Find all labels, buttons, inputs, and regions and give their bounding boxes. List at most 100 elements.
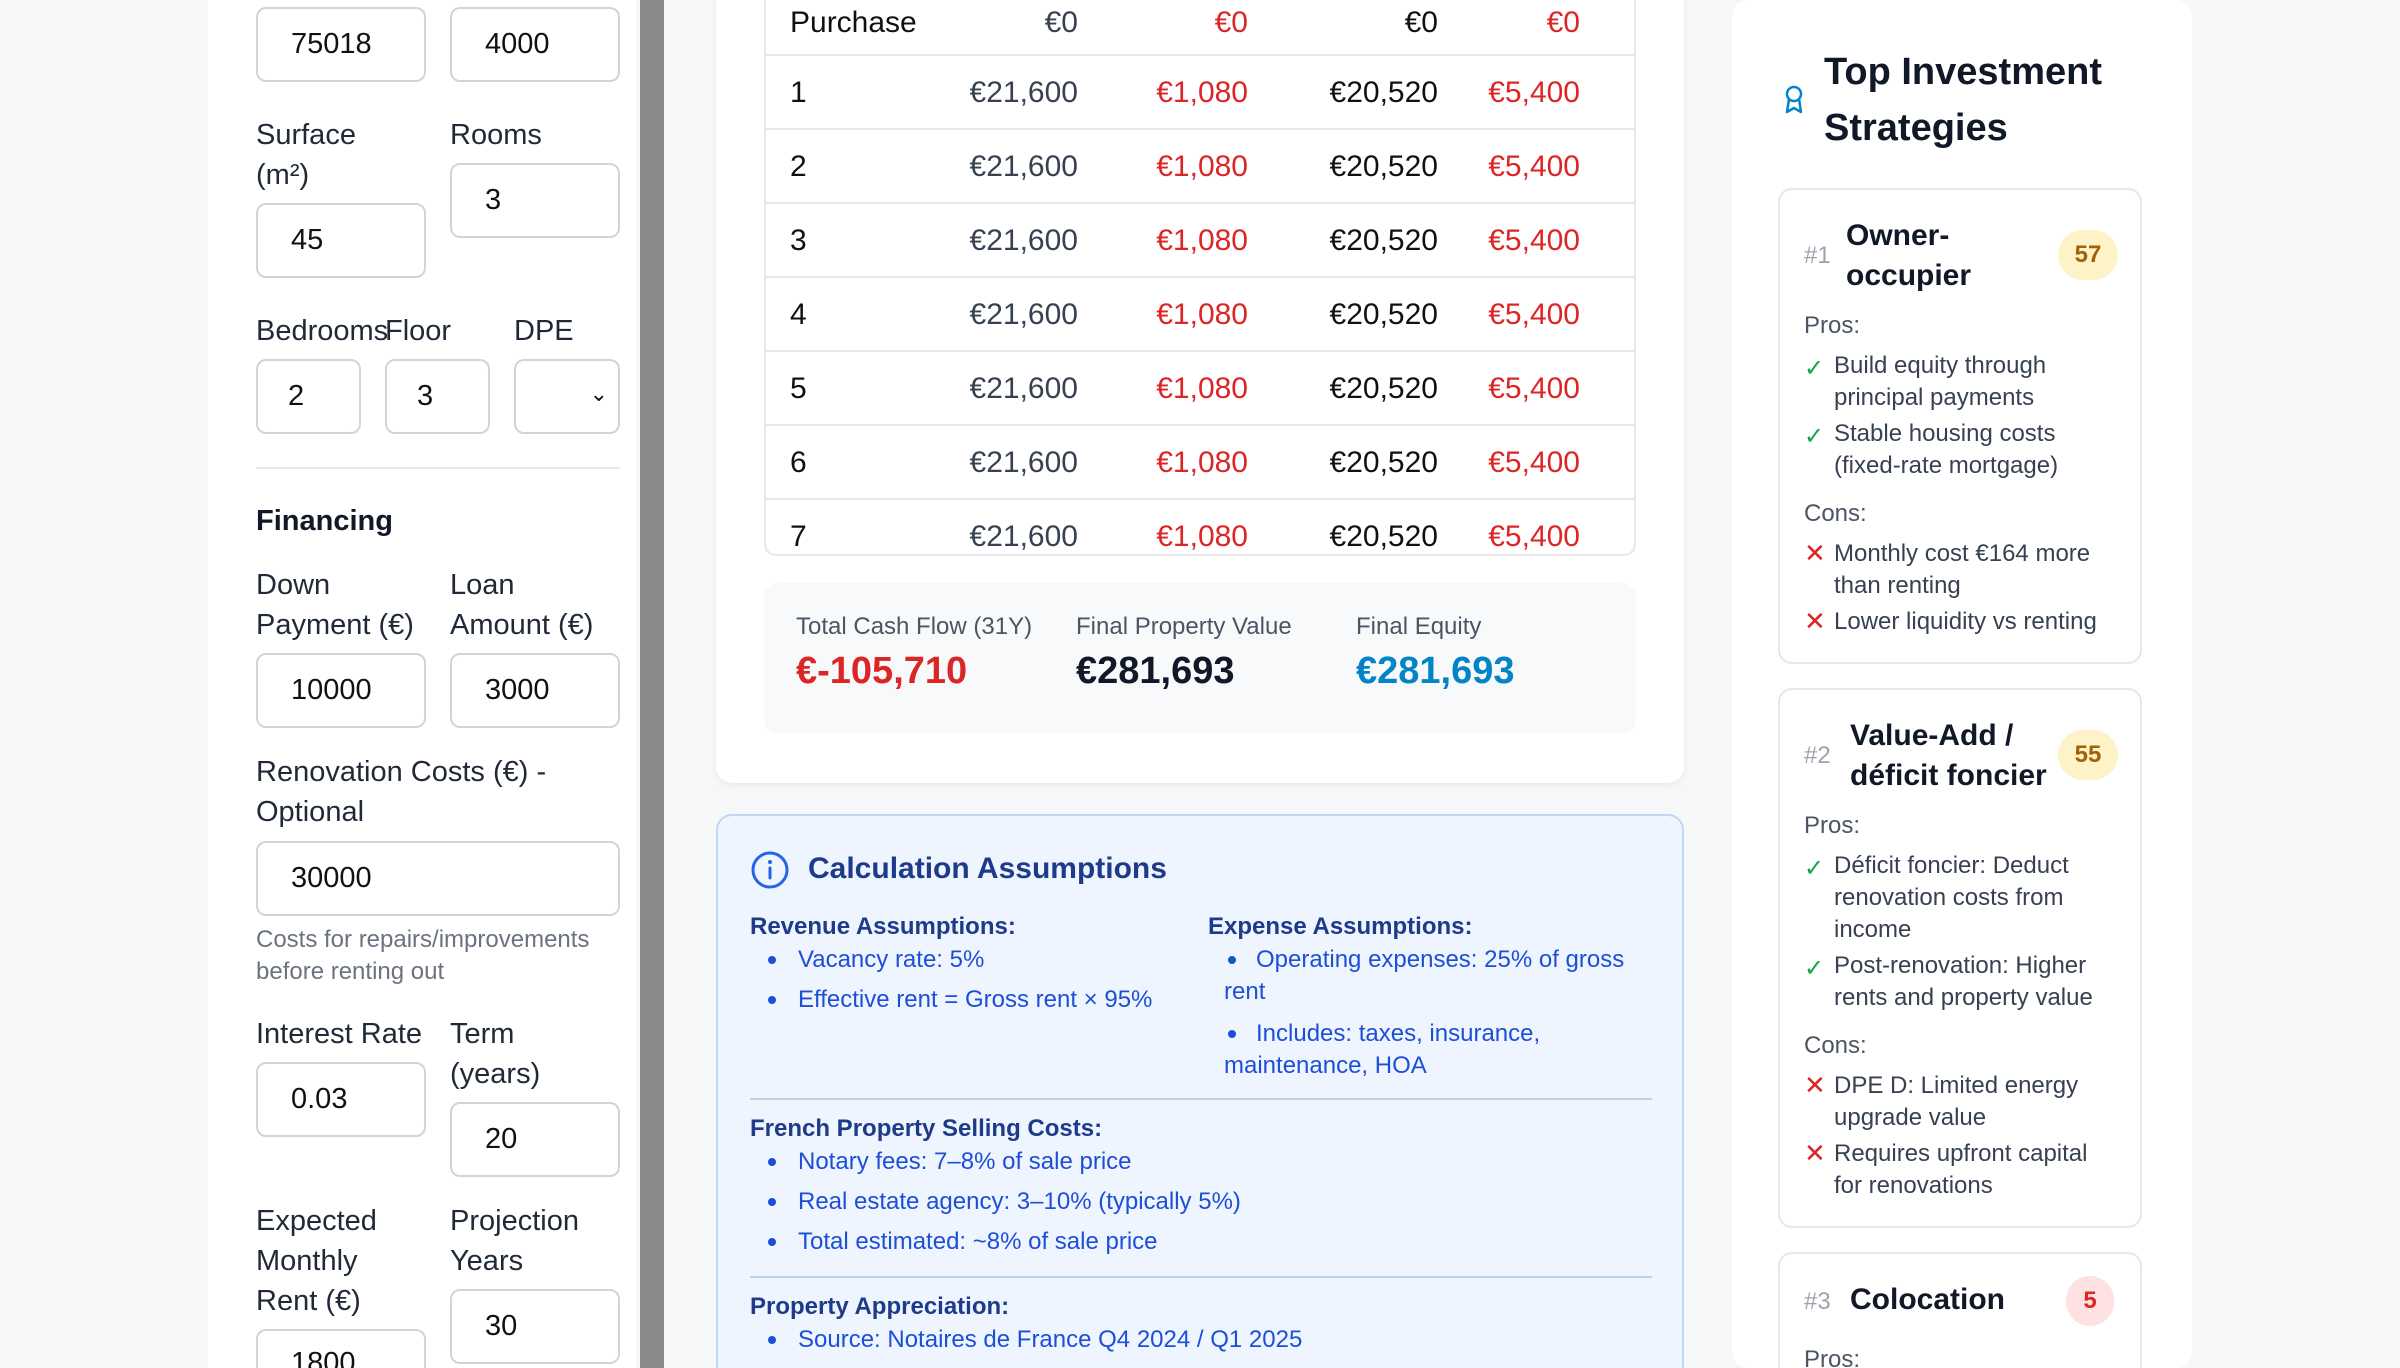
check-icon: ✓ [1804,355,1825,382]
revenue-item: Effective rent = Gross rent × 95% [798,986,1153,1013]
floor-label: Floor [385,315,452,347]
strategy-score-badge: 55 [2058,730,2118,780]
final-equity-label: Final Equity [1356,613,1482,640]
projection-years-label: Projection Years [450,1205,579,1277]
check-icon: ✓ [1804,955,1825,982]
bullet [768,956,776,964]
cons-label: Cons: [1804,1032,1867,1059]
vacancy-cell: €1,080 [1156,150,1248,183]
award-icon [1785,85,1803,114]
interest-rate-input[interactable]: 0.03 [256,1062,426,1137]
strategy-name: Colocation [1850,1283,2005,1316]
bedrooms-input[interactable]: 2 [256,359,361,434]
expenses-cell: €5,400 [1488,446,1580,479]
revenue-heading: Revenue Assumptions: [750,913,1016,940]
rooms-input[interactable]: 3 [450,163,620,238]
price-input[interactable]: 4000 [450,7,620,82]
table-row: 3 €21,600 €1,080 €20,520 €5,400 [766,204,1634,278]
dpe-select[interactable]: ⌄ [514,359,620,434]
strategy-card[interactable]: #1 Owner- occupier 57 Pros: ✓ Build equi… [1778,188,2142,664]
rent-label: Expected Monthly Rent (€) [256,1205,377,1317]
selling-item: Total estimated: ~8% of sale price [798,1228,1158,1255]
vacancy-cell: €0 [1214,6,1248,39]
year-cell: Purchase [790,6,917,39]
pros-label: Pros: [1804,312,1861,339]
con-item: Requires upfront capital for renovations [1834,1140,2088,1199]
term-input[interactable]: 20 [450,1102,620,1177]
vacancy-cell: €1,080 [1156,520,1248,553]
panel-resize-handle[interactable] [640,0,664,1368]
projection-years-input[interactable]: 30 [450,1289,620,1364]
strategy-score-badge: 5 [2066,1276,2114,1326]
vacancy-cell: €1,080 [1156,298,1248,331]
down-payment-input[interactable]: 10000 [256,653,426,728]
gross-rent-cell: €21,600 [969,224,1078,257]
pro-item: Déficit foncier: Deduct renovation costs… [1834,852,2069,943]
gross-rent-cell: €21,600 [969,520,1078,553]
assumptions-title: Calculation Assumptions [808,852,1167,885]
year-cell: 5 [790,372,807,405]
gross-rent-cell: €21,600 [969,372,1078,405]
pro-item: Build equity through principal payments [1834,352,2047,411]
rent-input[interactable]: 1800 [256,1329,426,1368]
final-property-value: €281,693 [1076,650,1235,692]
postal-code-input[interactable]: 75018 [256,7,426,82]
expenses-cell: €5,400 [1488,76,1580,109]
effective-rent-cell: €0 [1404,6,1438,39]
gross-rent-cell: €21,600 [969,76,1078,109]
vacancy-cell: €1,080 [1156,224,1248,257]
appreciation-item: Source: Notaires de France Q4 2024 / Q1 … [798,1326,1303,1353]
check-icon: ✓ [1804,423,1825,450]
bullet [768,996,776,1004]
bullet [768,1198,776,1206]
bedrooms-label: Bedrooms [256,315,389,347]
renovation-input[interactable]: 30000 [256,841,620,916]
table-row: 7 €21,600 €1,080 €20,520 €5,400 [766,500,1634,554]
total-cash-flow-label: Total Cash Flow (31Y) [796,613,1033,640]
expenses-cell: €5,400 [1488,298,1580,331]
expenses-cell: €5,400 [1488,372,1580,405]
strategies-title: Top Investment Strategies [1824,51,2102,149]
selling-item: Real estate agency: 3–10% (typically 5%) [798,1188,1241,1215]
year-cell: 1 [790,76,807,109]
selling-item: Notary fees: 7–8% of sale price [798,1148,1132,1175]
effective-rent-cell: €20,520 [1329,224,1438,257]
strategy-card[interactable]: #3 Colocation 5 Pros: [1778,1252,2142,1368]
strategy-card[interactable]: #2 Value-Add / déficit foncier 55 Pros: … [1778,688,2142,1228]
revenue-item: Vacancy rate: 5% [798,946,985,973]
strategy-rank: #3 [1804,1288,1831,1315]
year-cell: 4 [790,298,807,331]
info-icon [751,851,789,889]
renovation-label: Renovation Costs (€) - Optional [256,756,547,828]
final-equity-value: €281,693 [1356,650,1515,692]
effective-rent-cell: €20,520 [1329,298,1438,331]
vacancy-cell: €1,080 [1156,76,1248,109]
effective-rent-cell: €20,520 [1329,76,1438,109]
table-row: 2 €21,600 €1,080 €20,520 €5,400 [766,130,1634,204]
table-row: Purchase €0 €0 €0 €0 [766,0,1634,56]
floor-input[interactable]: 3 [385,359,490,434]
surface-input[interactable]: 45 [256,203,426,278]
renovation-help-text: Costs for repairs/improvements before re… [256,926,590,985]
con-item: Monthly cost €164 more than renting [1834,540,2091,599]
summary-panel: Total Cash Flow (31Y) €-105,710 Final Pr… [764,583,1636,733]
assumptions-divider [750,1276,1652,1278]
effective-rent-cell: €20,520 [1329,150,1438,183]
expenses-cell: €5,400 [1488,520,1580,553]
loan-amount-input[interactable]: 3000 [450,653,620,728]
selling-costs-heading: French Property Selling Costs: [750,1115,1103,1142]
surface-label: Surface (m²) [256,119,356,191]
table-row: 4 €21,600 €1,080 €20,520 €5,400 [766,278,1634,352]
expense-item: Operating expenses: 25% of gross rent [1224,946,1625,1005]
table-row: 1 €21,600 €1,080 €20,520 €5,400 [766,56,1634,130]
expense-item: Includes: taxes, insurance, maintenance,… [1224,1020,1541,1079]
financing-heading: Financing [256,505,393,537]
cons-label: Cons: [1804,500,1867,527]
property-form-panel: 75018 4000 Surface (m²) Rooms 3 45 Bedro… [208,0,636,1368]
year-cell: 7 [790,520,807,553]
pro-item: Stable housing costs (fixed-rate mortgag… [1834,420,2059,479]
calculation-assumptions-card: Calculation Assumptions Revenue Assumpti… [716,814,1684,1368]
x-icon: ✕ [1804,1070,1826,1100]
strategy-name: Value-Add / déficit foncier [1850,719,2047,792]
strategy-score-badge: 57 [2058,230,2118,280]
